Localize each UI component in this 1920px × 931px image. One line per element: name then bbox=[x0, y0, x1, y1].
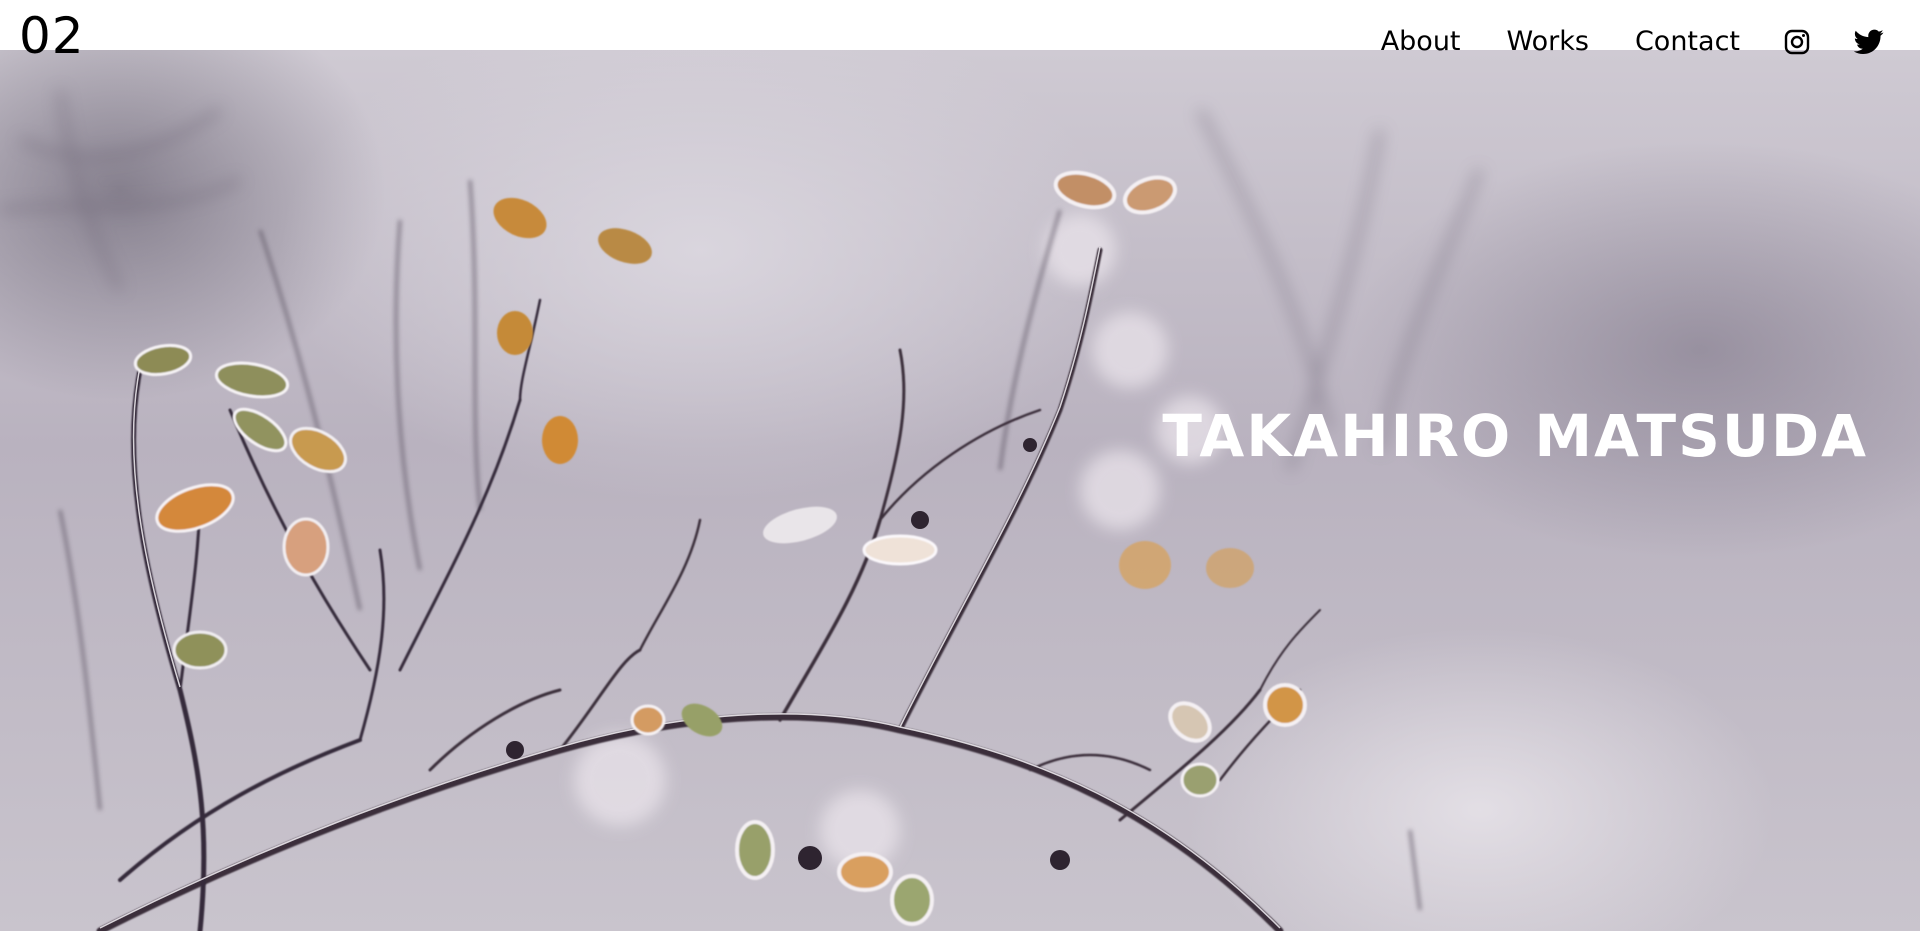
twitter-icon[interactable] bbox=[1854, 27, 1884, 57]
nav-about-link[interactable]: About bbox=[1381, 22, 1461, 62]
hero-section: TAKAHIRO MATSUDA bbox=[0, 50, 1920, 931]
hero-title: TAKAHIRO MATSUDA bbox=[1162, 402, 1868, 470]
nav-contact-link[interactable]: Contact bbox=[1635, 22, 1740, 62]
instagram-icon[interactable] bbox=[1782, 27, 1812, 57]
social-links bbox=[1782, 27, 1884, 57]
site-logo[interactable]: 02 bbox=[19, 6, 85, 66]
frosted-branches-photo bbox=[0, 89, 1483, 931]
main-nav: About Works Contact bbox=[1381, 22, 1884, 62]
nav-works-link[interactable]: Works bbox=[1507, 22, 1589, 62]
page: 02 About Works Contact TAKAHIRO MATSUDA bbox=[0, 0, 1920, 931]
